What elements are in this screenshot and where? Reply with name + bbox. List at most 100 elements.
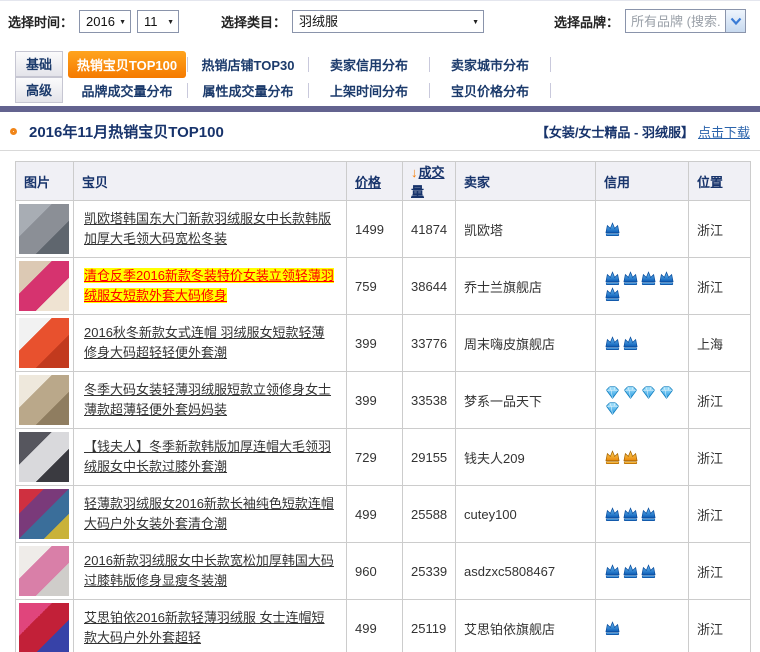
product-thumbnail[interactable] <box>19 204 69 254</box>
tab-bar: 基础 热销宝贝TOP100 热销店铺TOP30 卖家信用分布 卖家城市分布 高级… <box>0 51 760 103</box>
year-select[interactable]: 2016 ▼ <box>79 10 131 33</box>
page-title: 2016年11月热销宝贝TOP100 <box>29 121 224 142</box>
table-row: 【钱夫人】冬季新款韩版加厚连帽大毛领羽绒服女中长款过膝外套潮 729 29155… <box>16 429 751 486</box>
product-title-link[interactable]: 【钱夫人】冬季新款韩版加厚连帽大毛领羽绒服女中长款过膝外套潮 <box>84 439 331 474</box>
seller-cell: 周末嗨皮旗舰店 <box>456 315 596 372</box>
col-item-header: 宝贝 <box>74 162 347 201</box>
blue-crown-icon <box>622 507 639 522</box>
dropdown-arrow-icon: ▼ <box>119 12 126 33</box>
tab-group-basic-label: 基础 <box>15 51 63 77</box>
blue-crown-icon <box>604 271 621 286</box>
blue-diamond-icon <box>604 385 621 400</box>
seller-cell: 凯欧塔 <box>456 201 596 258</box>
blue-crown-icon <box>640 564 657 579</box>
seller-cell: asdzxc5808467 <box>456 543 596 600</box>
product-thumbnail[interactable] <box>19 261 69 311</box>
product-title-link[interactable]: 2016新款羽绒服女中长款宽松加厚韩国大码过膝韩版修身显瘦冬装潮 <box>84 553 334 588</box>
category-select-value: 羽绒服 <box>299 14 338 29</box>
tab-listing-time-distribution[interactable]: 上架时间分布 <box>309 81 429 100</box>
seller-cell: 梦系一品天下 <box>456 372 596 429</box>
product-thumbnail[interactable] <box>19 489 69 539</box>
table-row: 冬季大码女装轻薄羽绒服短款立领修身女士薄款超薄轻便外套妈妈装 399 33538… <box>16 372 751 429</box>
download-link[interactable]: 点击下载 <box>698 122 750 141</box>
product-thumbnail[interactable] <box>19 603 69 652</box>
table-row: 轻薄款羽绒服女2016新款长袖纯色短款连帽大码户外女装外套清仓潮 499 255… <box>16 486 751 543</box>
product-thumbnail[interactable] <box>19 546 69 596</box>
seller-cell: 艾思铂依旗舰店 <box>456 600 596 652</box>
price-cell: 759 <box>347 258 403 315</box>
product-title-link[interactable]: 清仓反季2016新款冬装特价女装立领轻薄羽绒服女短款外套大码修身 <box>84 268 334 303</box>
sold-cell: 29155 <box>403 429 456 486</box>
price-cell: 499 <box>347 600 403 652</box>
tab-seller-credit-distribution[interactable]: 卖家信用分布 <box>309 55 429 74</box>
location-cell: 浙江 <box>689 429 751 486</box>
location-cell: 浙江 <box>689 486 751 543</box>
price-cell: 960 <box>347 543 403 600</box>
location-cell: 浙江 <box>689 600 751 652</box>
seller-cell: cutey100 <box>456 486 596 543</box>
blue-crown-icon <box>622 564 639 579</box>
tab-attribute-volume-distribution[interactable]: 属性成交量分布 <box>188 81 308 100</box>
location-cell: 上海 <box>689 315 751 372</box>
tab-group-advanced-label: 高级 <box>15 77 63 103</box>
col-image-header: 图片 <box>16 162 74 201</box>
tab-separator <box>550 83 551 98</box>
credit-cell <box>596 486 689 543</box>
tab-row-basic: 基础 热销宝贝TOP100 热销店铺TOP30 卖家信用分布 卖家城市分布 <box>0 51 760 77</box>
blue-crown-icon <box>622 336 639 351</box>
tab-brand-volume-distribution[interactable]: 品牌成交量分布 <box>67 81 187 100</box>
table-row: 凯欧塔韩国东大门新款羽绒服女中长款韩版加厚大毛领大码宽松冬装 1499 4187… <box>16 201 751 258</box>
sold-cell: 33776 <box>403 315 456 372</box>
chevron-down-icon <box>730 17 742 26</box>
gold-crown-icon <box>604 450 621 465</box>
product-thumbnail[interactable] <box>19 432 69 482</box>
blue-crown-icon <box>604 507 621 522</box>
brand-filter-label: 选择品牌： <box>554 12 619 31</box>
product-title-link[interactable]: 凯欧塔韩国东大门新款羽绒服女中长款韩版加厚大毛领大码宽松冬装 <box>84 211 331 246</box>
brand-dropdown-button[interactable] <box>725 9 746 33</box>
col-price-header: 价格 <box>347 162 403 201</box>
col-sold-header: ↓成交量 <box>403 162 456 201</box>
tab-row-advanced: 高级 品牌成交量分布 属性成交量分布 上架时间分布 宝贝价格分布 <box>0 77 760 103</box>
filter-bar: 选择时间： 2016 ▼ 11 ▼ 选择类目： 羽绒服 ▼ 选择品牌： <box>0 1 760 41</box>
product-title-link[interactable]: 艾思铂依2016新款轻薄羽绒服 女士连帽短款大码户外外套超轻 <box>84 610 325 645</box>
product-title-link[interactable]: 冬季大码女装轻薄羽绒服短款立领修身女士薄款超薄轻便外套妈妈装 <box>84 382 331 417</box>
price-cell: 1499 <box>347 201 403 258</box>
price-cell: 499 <box>347 486 403 543</box>
sold-cell: 25119 <box>403 600 456 652</box>
category-filter-label: 选择类目： <box>221 12 286 31</box>
tab-seller-city-distribution[interactable]: 卖家城市分布 <box>430 55 550 74</box>
category-select[interactable]: 羽绒服 ▼ <box>292 10 484 33</box>
sort-desc-icon: ↓ <box>411 165 418 180</box>
month-select-value: 11 <box>144 14 158 29</box>
credit-cell <box>596 258 689 315</box>
category-breadcrumb: 【女装/女士精品 - 羽绒服】 <box>536 122 694 141</box>
section-head: 2016年11月热销宝贝TOP100 【女装/女士精品 - 羽绒服】 点击下载 <box>0 112 760 151</box>
credit-cell <box>596 315 689 372</box>
product-thumbnail[interactable] <box>19 318 69 368</box>
month-select[interactable]: 11 ▼ <box>137 10 179 33</box>
table-row: 艾思铂依2016新款轻薄羽绒服 女士连帽短款大码户外外套超轻 499 25119… <box>16 600 751 652</box>
blue-crown-icon <box>622 271 639 286</box>
blue-crown-icon <box>640 507 657 522</box>
brand-search-input[interactable] <box>625 9 725 33</box>
location-cell: 浙江 <box>689 201 751 258</box>
tab-hot-items-top100[interactable]: 热销宝贝TOP100 <box>67 51 187 78</box>
product-title-link[interactable]: 2016秋冬新款女式连帽 羽绒服女短款轻薄 修身大码超轻轻便外套潮 <box>84 325 325 360</box>
tab-separator <box>550 57 551 72</box>
blue-diamond-icon <box>622 385 639 400</box>
time-filter-label: 选择时间： <box>8 12 73 31</box>
location-cell: 浙江 <box>689 372 751 429</box>
credit-cell <box>596 600 689 652</box>
sold-cell: 41874 <box>403 201 456 258</box>
sold-cell: 38644 <box>403 258 456 315</box>
product-thumbnail[interactable] <box>19 375 69 425</box>
blue-diamond-icon <box>604 401 621 416</box>
sort-by-price-link[interactable]: 价格 <box>355 175 381 190</box>
credit-cell <box>596 429 689 486</box>
bullet-icon <box>10 128 17 135</box>
product-title-link[interactable]: 轻薄款羽绒服女2016新款长袖纯色短款连帽大码户外女装外套清仓潮 <box>84 496 334 531</box>
tab-hot-shops-top30[interactable]: 热销店铺TOP30 <box>188 55 308 74</box>
dropdown-arrow-icon: ▼ <box>167 12 174 33</box>
tab-item-price-distribution[interactable]: 宝贝价格分布 <box>430 81 550 100</box>
